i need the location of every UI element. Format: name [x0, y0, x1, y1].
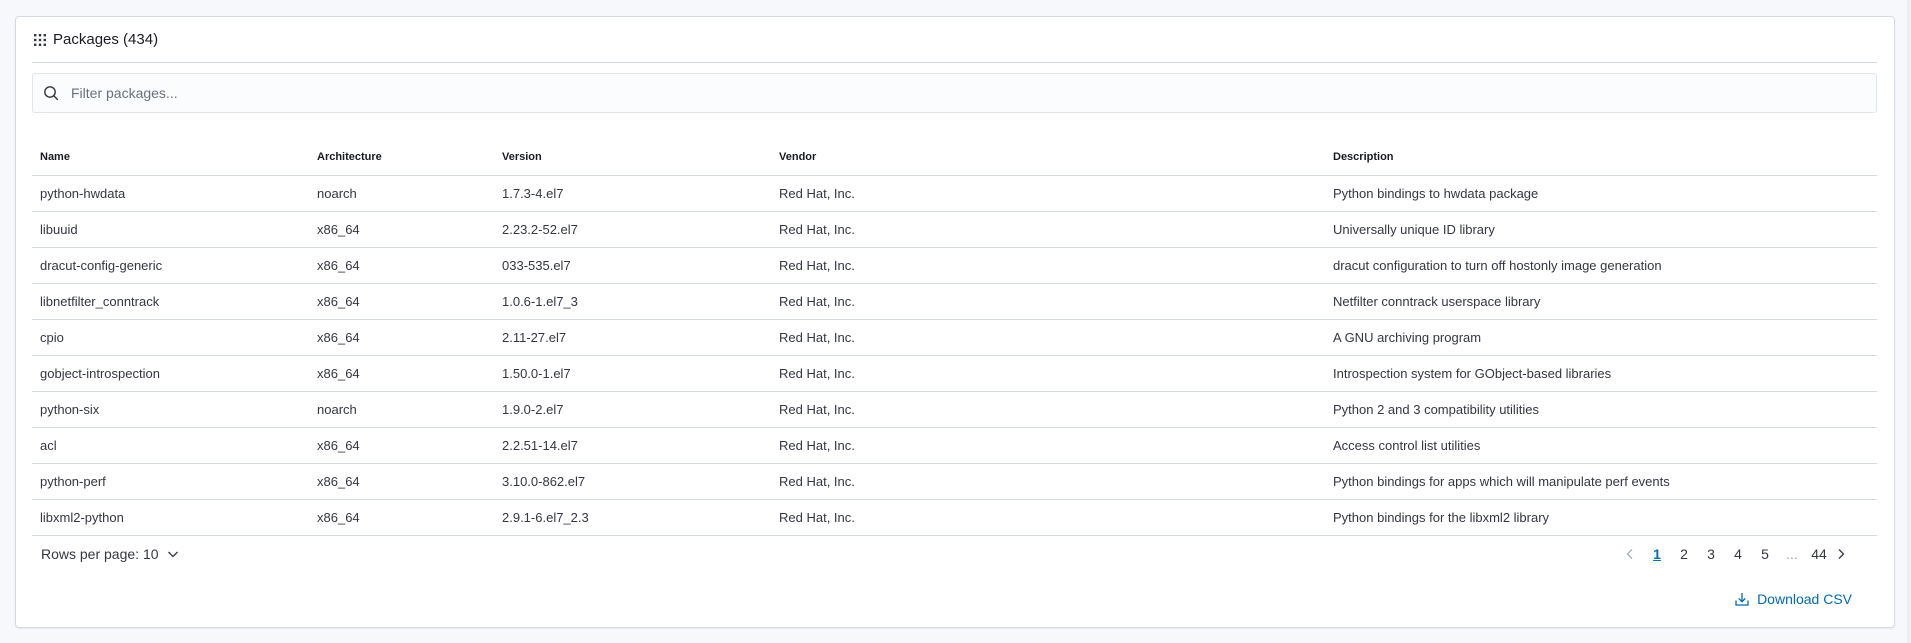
cell-architecture: x86_64: [309, 247, 494, 284]
download-csv-button[interactable]: Download CSV: [1734, 591, 1852, 607]
cell-version: 033-535.el7: [494, 247, 771, 284]
table-row[interactable]: gobject-introspection x86_64 1.50.0-1.el…: [32, 355, 1877, 392]
column-header-description[interactable]: Description: [1325, 139, 1877, 176]
table-row[interactable]: acl x86_64 2.2.51-14.el7 Red Hat, Inc. A…: [32, 427, 1877, 464]
page-button-3[interactable]: 3: [1700, 544, 1722, 564]
cell-name: dracut-config-generic: [32, 247, 309, 284]
cell-architecture: x86_64: [309, 355, 494, 392]
cell-name: python-perf: [32, 463, 309, 500]
cell-version: 1.0.6-1.el7_3: [494, 283, 771, 320]
chevron-right-icon: [1838, 549, 1845, 559]
table-row[interactable]: python-perf x86_64 3.10.0-862.el7 Red Ha…: [32, 463, 1877, 500]
panel-header: Packages (434): [32, 17, 1877, 63]
cell-description: Introspection system for GObject-based l…: [1325, 355, 1877, 392]
cell-version: 2.9.1-6.el7_2.3: [494, 499, 771, 536]
column-header-vendor[interactable]: Vendor: [771, 139, 1325, 176]
table-row[interactable]: cpio x86_64 2.11-27.el7 Red Hat, Inc. A …: [32, 319, 1877, 356]
page-button-5[interactable]: 5: [1754, 544, 1776, 564]
column-header-name[interactable]: Name: [32, 139, 309, 176]
cell-description: Python 2 and 3 compatibility utilities: [1325, 391, 1877, 428]
pagination: 1 2 3 4 5 ... 44: [1619, 544, 1852, 564]
cell-version: 2.23.2-52.el7: [494, 211, 771, 248]
cell-architecture: x86_64: [309, 427, 494, 464]
next-page-button[interactable]: [1830, 548, 1852, 560]
cell-description: Netfilter conntrack userspace library: [1325, 283, 1877, 320]
cell-name: gobject-introspection: [32, 355, 309, 392]
cell-vendor: Red Hat, Inc.: [771, 283, 1325, 320]
cell-architecture: x86_64: [309, 211, 494, 248]
search-input[interactable]: [71, 85, 1821, 101]
cell-vendor: Red Hat, Inc.: [771, 463, 1325, 500]
table-row[interactable]: dracut-config-generic x86_64 033-535.el7…: [32, 247, 1877, 284]
cell-version: 3.10.0-862.el7: [494, 463, 771, 500]
page-scrollbar[interactable]: [1907, 0, 1911, 643]
cell-name: libnetfilter_conntrack: [32, 283, 309, 320]
download-csv-label: Download CSV: [1757, 591, 1852, 607]
table-row[interactable]: libuuid x86_64 2.23.2-52.el7 Red Hat, In…: [32, 211, 1877, 248]
chevron-left-icon: [1626, 549, 1633, 559]
cell-version: 1.9.0-2.el7: [494, 391, 771, 428]
cell-architecture: noarch: [309, 175, 494, 212]
cell-name: libxml2-python: [32, 499, 309, 536]
cell-description: A GNU archiving program: [1325, 319, 1877, 356]
cell-description: Python bindings for the libxml2 library: [1325, 499, 1877, 536]
table-header-row: Name Architecture Version Vendor Descrip…: [32, 139, 1877, 176]
cell-version: 1.7.3-4.el7: [494, 175, 771, 212]
cell-version: 2.2.51-14.el7: [494, 427, 771, 464]
rows-per-page-label: Rows per page: 10: [41, 546, 159, 562]
column-header-version[interactable]: Version: [494, 139, 771, 176]
cell-name: cpio: [32, 319, 309, 356]
cell-vendor: Red Hat, Inc.: [771, 175, 1325, 212]
cell-architecture: x86_64: [309, 283, 494, 320]
chevron-down-icon: [167, 551, 178, 558]
cell-vendor: Red Hat, Inc.: [771, 319, 1325, 356]
cell-vendor: Red Hat, Inc.: [771, 355, 1325, 392]
cell-architecture: x86_64: [309, 463, 494, 500]
page-button-last[interactable]: 44: [1808, 544, 1830, 564]
page-button-2[interactable]: 2: [1673, 544, 1695, 564]
cell-name: libuuid: [32, 211, 309, 248]
panel-title: Packages (434): [53, 31, 159, 48]
search-box[interactable]: [32, 73, 1877, 113]
grid-icon: [34, 33, 46, 46]
cell-description: dracut configuration to turn off hostonl…: [1325, 247, 1877, 284]
cell-description: Access control list utilities: [1325, 427, 1877, 464]
cell-description: Python bindings to hwdata package: [1325, 175, 1877, 212]
cell-vendor: Red Hat, Inc.: [771, 211, 1325, 248]
cell-name: python-hwdata: [32, 175, 309, 212]
packages-panel: Packages (434) Name Architecture Version…: [15, 16, 1895, 628]
rows-per-page-button[interactable]: Rows per page: 10: [41, 546, 179, 562]
cell-version: 1.50.0-1.el7: [494, 355, 771, 392]
table-row[interactable]: libxml2-python x86_64 2.9.1-6.el7_2.3 Re…: [32, 499, 1877, 536]
page-ellipsis: ...: [1786, 546, 1798, 562]
packages-table: Name Architecture Version Vendor Descrip…: [32, 139, 1877, 536]
table-row[interactable]: libnetfilter_conntrack x86_64 1.0.6-1.el…: [32, 283, 1877, 320]
cell-vendor: Red Hat, Inc.: [771, 391, 1325, 428]
cell-architecture: noarch: [309, 391, 494, 428]
previous-page-button[interactable]: [1619, 548, 1641, 560]
cell-vendor: Red Hat, Inc.: [771, 499, 1325, 536]
table-row[interactable]: python-hwdata noarch 1.7.3-4.el7 Red Hat…: [32, 175, 1877, 212]
page-button-4[interactable]: 4: [1727, 544, 1749, 564]
cell-description: Universally unique ID library: [1325, 211, 1877, 248]
cell-version: 2.11-27.el7: [494, 319, 771, 356]
cell-name: acl: [32, 427, 309, 464]
column-header-architecture[interactable]: Architecture: [309, 139, 494, 176]
cell-vendor: Red Hat, Inc.: [771, 247, 1325, 284]
cell-description: Python bindings for apps which will mani…: [1325, 463, 1877, 500]
download-icon: [1735, 593, 1749, 606]
cell-vendor: Red Hat, Inc.: [771, 427, 1325, 464]
cell-name: python-six: [32, 391, 309, 428]
page-button-1[interactable]: 1: [1646, 544, 1668, 564]
cell-architecture: x86_64: [309, 319, 494, 356]
search-icon: [44, 86, 59, 101]
table-row[interactable]: python-six noarch 1.9.0-2.el7 Red Hat, I…: [32, 391, 1877, 428]
cell-architecture: x86_64: [309, 499, 494, 536]
